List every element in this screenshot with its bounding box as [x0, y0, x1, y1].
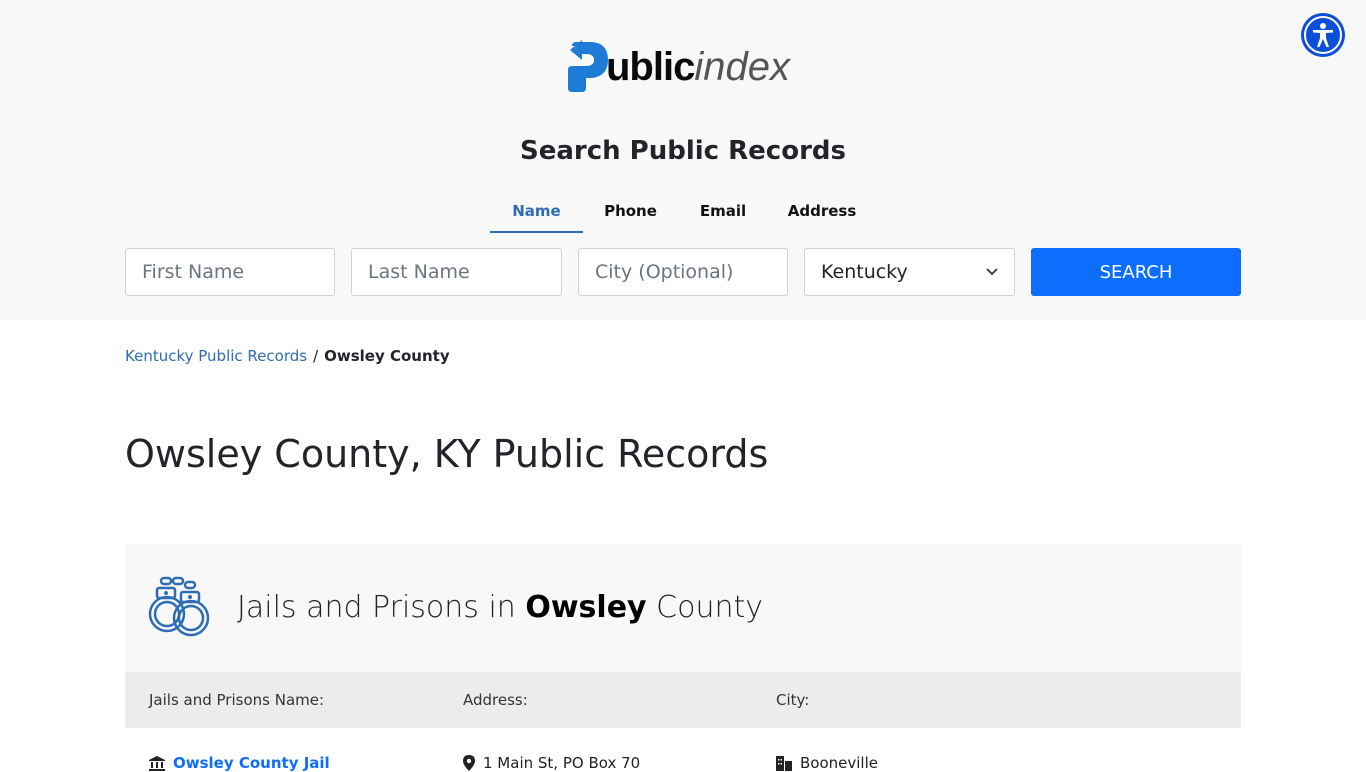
logo-text-light: index	[694, 44, 790, 89]
city-input[interactable]: City (Optional)	[578, 248, 788, 296]
tab-address[interactable]: Address	[768, 196, 876, 233]
column-header-city: City:	[776, 691, 810, 709]
jail-name-link[interactable]: Owsley County Jail	[173, 754, 330, 772]
tab-phone[interactable]: Phone	[583, 196, 678, 233]
search-title: Search Public Records	[519, 136, 846, 166]
map-pin-icon	[463, 755, 475, 771]
state-select-value: Kentucky	[821, 261, 908, 283]
logo-arrow-icon	[568, 40, 608, 92]
section-header: Jails and Prisons in Owsley County	[125, 544, 1241, 672]
column-header-name: Jails and Prisons Name:	[149, 691, 325, 709]
first-name-input[interactable]: First Name	[125, 248, 335, 296]
breadcrumb-separator: /	[313, 347, 319, 365]
cell-city: Booneville	[776, 754, 878, 772]
section-title-prefix: Jails and Prisons in	[237, 590, 516, 625]
table-row: Owsley County Jail 1 Main St, PO Box 70 …	[125, 728, 1241, 772]
tab-name[interactable]: Name	[490, 196, 583, 233]
breadcrumb-link-kentucky[interactable]: Kentucky Public Records	[125, 347, 307, 365]
section-title: Jails and Prisons in Owsley County	[237, 590, 763, 625]
city-buildings-icon	[776, 755, 792, 771]
chevron-down-icon	[986, 268, 998, 276]
search-button[interactable]: SEARCH	[1031, 248, 1241, 296]
building-columns-icon	[149, 755, 165, 771]
page-title: Owsley County, KY Public Records	[125, 432, 769, 476]
jail-city: Booneville	[800, 754, 878, 772]
jails-section: Jails and Prisons in Owsley County Jails…	[125, 544, 1241, 772]
table-header: Jails and Prisons Name: Address: City:	[125, 672, 1241, 728]
header: ublic index Search Public Records Name P…	[0, 0, 1366, 320]
accessibility-person-icon	[1313, 23, 1333, 47]
last-name-input[interactable]: Last Name	[351, 248, 562, 296]
section-title-county: Owsley	[525, 590, 647, 625]
breadcrumb: Kentucky Public Records / Owsley County	[125, 347, 450, 365]
logo-text-bold: ublic	[606, 44, 695, 89]
column-header-address: Address:	[463, 691, 528, 709]
logo[interactable]: ublic index	[566, 38, 806, 96]
search-tabs: Name Phone Email Address	[490, 196, 876, 233]
section-title-suffix: County	[656, 590, 764, 625]
tab-email[interactable]: Email	[678, 196, 768, 233]
cell-address: 1 Main St, PO Box 70	[463, 754, 640, 772]
accessibility-button[interactable]	[1301, 13, 1345, 57]
handcuffs-icon	[148, 576, 210, 637]
jail-address: 1 Main St, PO Box 70	[483, 754, 641, 772]
breadcrumb-current: Owsley County	[324, 347, 450, 365]
cell-name: Owsley County Jail	[149, 754, 330, 772]
state-select[interactable]: Kentucky	[804, 248, 1015, 296]
